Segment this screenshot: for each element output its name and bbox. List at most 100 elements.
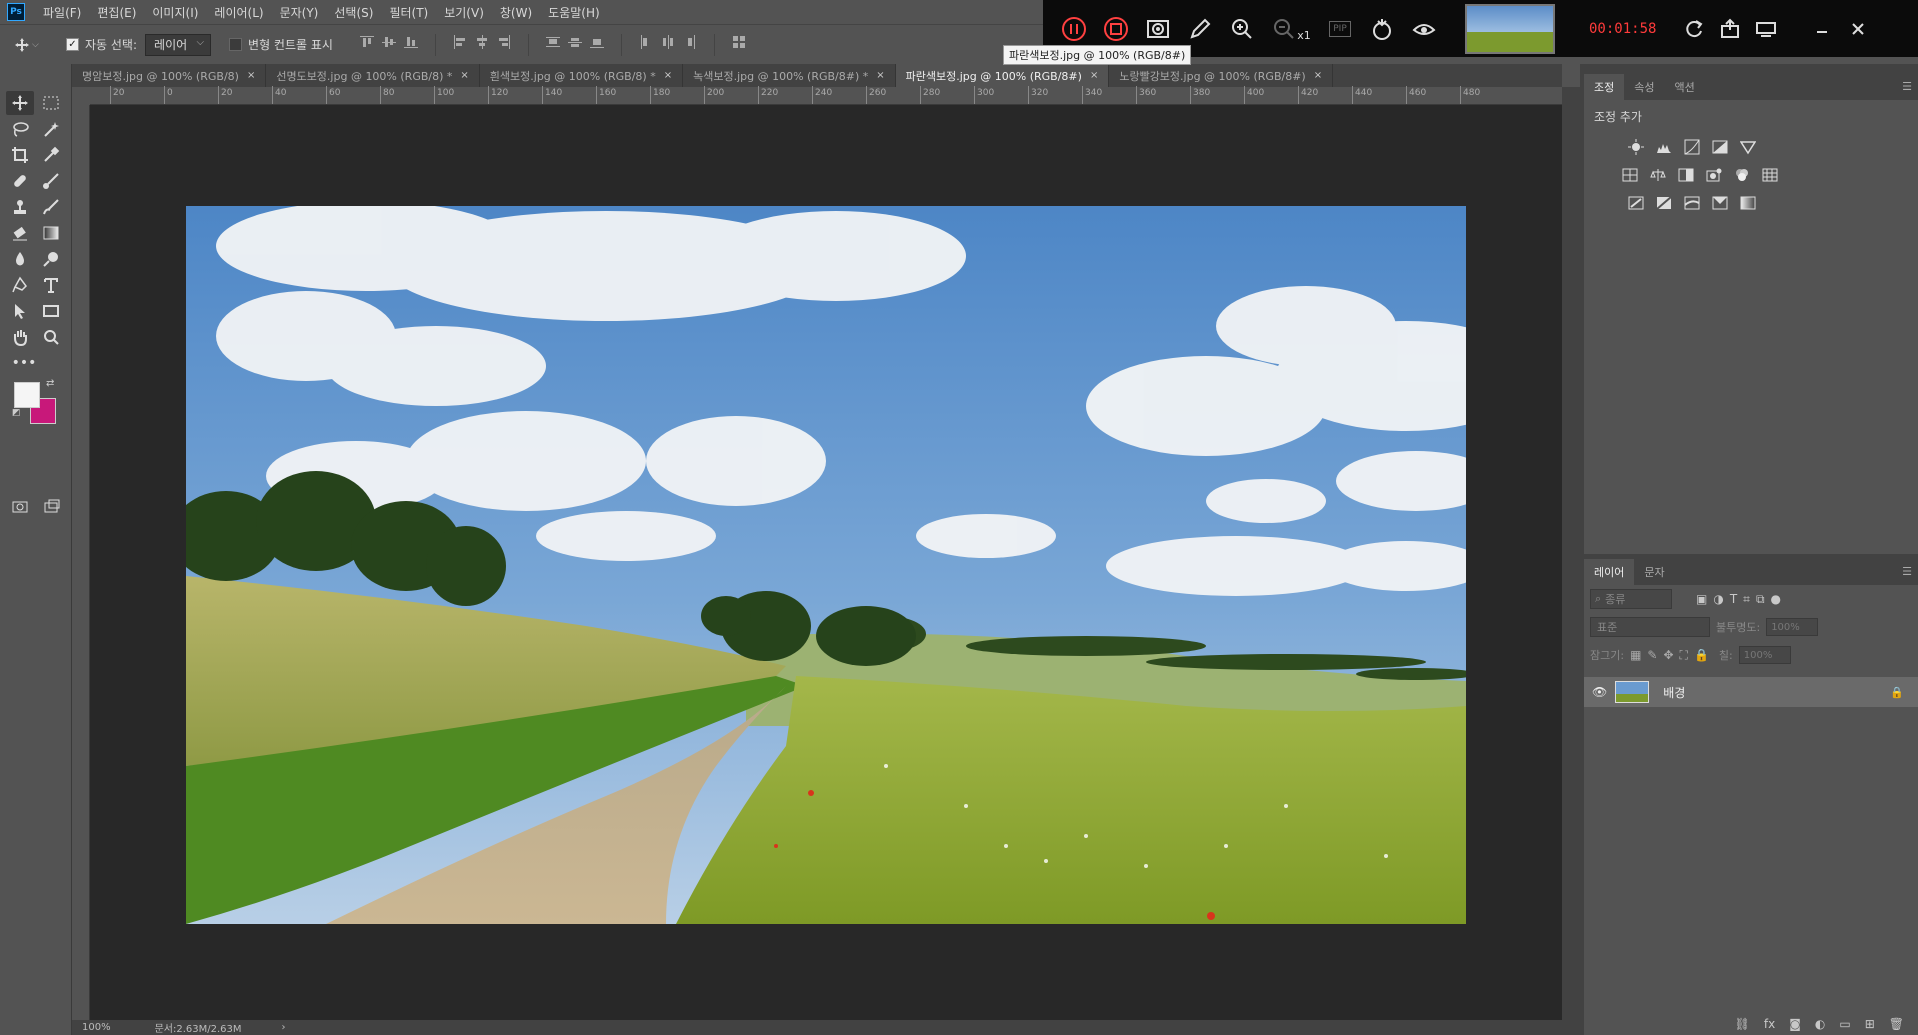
swap-colors-icon[interactable]: ⇄ <box>46 378 54 389</box>
zoom-level[interactable]: 100% <box>82 1022 111 1033</box>
marquee-tool[interactable] <box>37 91 65 115</box>
add-mask-icon[interactable]: ◙ <box>1789 1017 1801 1031</box>
blend-mode-select[interactable]: 표준 <box>1590 617 1710 637</box>
type-tool[interactable] <box>37 273 65 297</box>
minimize-button[interactable] <box>1804 0 1840 57</box>
menu-window[interactable]: 창(W) <box>500 4 532 21</box>
align-top-icon[interactable] <box>359 34 375 50</box>
auto-select-dropdown[interactable]: 레이어 <box>145 33 212 56</box>
document-tab[interactable]: 흰색보정.jpg @ 100% (RGB/8) * × <box>479 64 684 87</box>
color-lookup-icon[interactable] <box>1760 165 1780 185</box>
auto-select-checkbox[interactable]: ✓ <box>66 38 79 51</box>
gradient-tool[interactable] <box>37 221 65 245</box>
document-image[interactable] <box>186 206 1466 924</box>
vertical-ruler[interactable] <box>72 105 90 1020</box>
lock-position-icon[interactable]: ✥ <box>1663 648 1673 662</box>
horizontal-ruler[interactable]: 20 0 20 40 60 80 100 120 140 160 180 200 220 240 260 28… <box>90 86 1562 105</box>
fx-icon[interactable]: fx <box>1764 1017 1775 1031</box>
more-tools-button[interactable]: ••• <box>10 351 38 375</box>
menu-image[interactable]: 이미지(I) <box>152 4 198 21</box>
distribute-hcenter-icon[interactable] <box>660 34 676 50</box>
filter-shape-icon[interactable]: ⌗ <box>1743 592 1750 607</box>
refresh-button[interactable] <box>1676 0 1712 57</box>
pip-button[interactable]: PIP <box>1319 0 1361 57</box>
default-colors-icon[interactable]: ◩ <box>12 408 21 418</box>
clone-stamp-tool[interactable] <box>6 195 34 219</box>
close-button[interactable] <box>1840 0 1876 57</box>
visibility-eye-icon[interactable]: 👁 <box>1592 685 1607 699</box>
settings-button[interactable] <box>1748 0 1784 57</box>
filter-type-icon[interactable]: T <box>1730 592 1737 606</box>
new-group-icon[interactable]: ▭ <box>1839 1017 1850 1031</box>
curves-icon[interactable] <box>1682 137 1702 157</box>
align-left-icon[interactable] <box>452 34 468 50</box>
tab-adjustments[interactable]: 조정 <box>1584 74 1625 100</box>
lock-artboard-icon[interactable]: ⛶ <box>1680 648 1688 663</box>
move-tool-preset[interactable]: ⌵ <box>14 31 50 59</box>
lock-pixels-icon[interactable]: ✎ <box>1647 648 1657 662</box>
export-button[interactable] <box>1712 0 1748 57</box>
toolbar-grip[interactable] <box>0 64 71 90</box>
eye-button[interactable] <box>1403 0 1445 57</box>
zoom-in-button[interactable] <box>1221 0 1263 57</box>
align-bottom-icon[interactable] <box>403 34 419 50</box>
document-tab[interactable]: 녹색보정.jpg @ 100% (RGB/8#) * × <box>683 64 896 87</box>
link-layers-icon[interactable]: ⛓ <box>1735 1017 1750 1031</box>
document-tab[interactable]: 선명도보정.jpg @ 100% (RGB/8) * × <box>266 64 480 87</box>
quick-mask-button[interactable] <box>6 495 34 519</box>
menu-type[interactable]: 문자(Y) <box>280 4 319 21</box>
document-tab[interactable]: 노랑빨강보정.jpg @ 100% (RGB/8#) × <box>1109 64 1334 87</box>
hand-tool[interactable] <box>6 325 34 349</box>
rectangle-tool[interactable] <box>37 299 65 323</box>
filter-image-icon[interactable]: ▣ <box>1696 592 1707 606</box>
close-icon[interactable]: × <box>1314 70 1322 81</box>
color-balance-icon[interactable] <box>1648 165 1668 185</box>
align-hcenter-icon[interactable] <box>474 34 490 50</box>
lock-transparent-icon[interactable]: ▦ <box>1630 648 1641 662</box>
cursor-effect-button[interactable] <box>1361 0 1403 57</box>
status-menu-arrow[interactable]: › <box>282 1022 286 1033</box>
zoom-out-button[interactable]: x1 <box>1263 0 1319 57</box>
menu-help[interactable]: 도움말(H) <box>548 4 600 21</box>
close-icon[interactable]: × <box>664 70 672 81</box>
menu-filter[interactable]: 필터(T) <box>389 4 428 21</box>
filter-toggle-icon[interactable]: ● <box>1771 592 1781 606</box>
lasso-tool[interactable] <box>6 117 34 141</box>
menu-view[interactable]: 보기(V) <box>444 4 484 21</box>
hue-saturation-icon[interactable] <box>1620 165 1640 185</box>
canvas-vertical-scrollbar[interactable] <box>1562 87 1580 1035</box>
threshold-icon[interactable] <box>1682 193 1702 213</box>
close-icon[interactable]: × <box>876 70 884 81</box>
ruler-corner[interactable] <box>72 87 90 105</box>
menu-select[interactable]: 선택(S) <box>334 4 373 21</box>
document-tab[interactable]: 명암보정.jpg @ 100% (RGB/8) × <box>72 64 267 87</box>
levels-icon[interactable] <box>1654 137 1674 157</box>
move-tool[interactable] <box>5 91 34 115</box>
tab-properties[interactable]: 속성 <box>1624 74 1664 100</box>
selective-color-icon[interactable] <box>1710 193 1730 213</box>
tab-character[interactable]: 문자 <box>1634 559 1674 585</box>
filter-adjustment-icon[interactable]: ◑ <box>1713 592 1723 606</box>
channel-mixer-icon[interactable] <box>1732 165 1752 185</box>
eyedropper-tool[interactable] <box>37 143 65 167</box>
layer-row[interactable]: 👁 배경 🔒 <box>1584 677 1918 707</box>
screen-mode-button[interactable] <box>38 495 66 519</box>
transform-controls-checkbox[interactable] <box>229 38 243 51</box>
zoom-tool[interactable] <box>37 325 65 349</box>
panel-menu-icon[interactable]: ☰ <box>1902 565 1912 578</box>
pen-tool[interactable] <box>6 273 34 297</box>
distribute-top-icon[interactable] <box>545 34 561 50</box>
fill-field[interactable]: 100% <box>1738 646 1791 664</box>
close-icon[interactable]: × <box>247 70 255 81</box>
lock-all-icon[interactable]: 🔒 <box>1694 648 1709 662</box>
distribute-bottom-icon[interactable] <box>589 34 605 50</box>
brightness-icon[interactable] <box>1626 137 1646 157</box>
panel-menu-icon[interactable]: ☰ <box>1902 80 1912 93</box>
trash-icon[interactable]: 🗑 <box>1889 1017 1904 1031</box>
layer-filter-select[interactable]: ⌕ 종류 <box>1590 589 1672 609</box>
foreground-color-swatch[interactable] <box>14 382 40 408</box>
black-white-icon[interactable] <box>1676 165 1696 185</box>
tab-layers[interactable]: 레이어 <box>1584 559 1635 585</box>
dodge-tool[interactable] <box>37 247 65 271</box>
gradient-map-icon[interactable] <box>1738 193 1758 213</box>
